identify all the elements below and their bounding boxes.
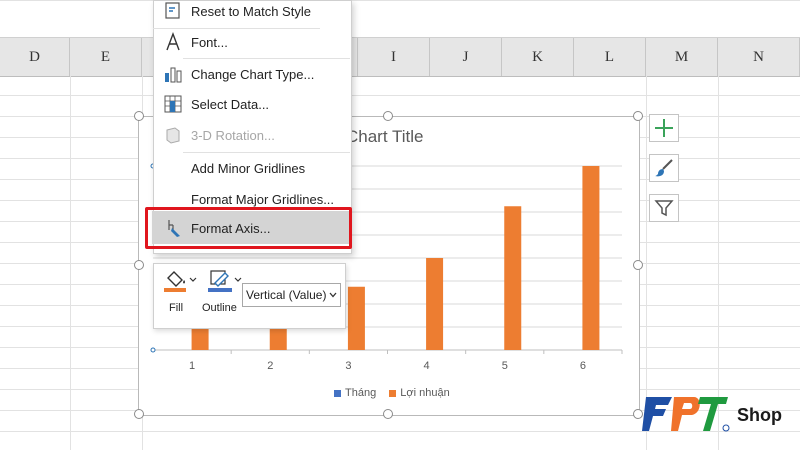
x-tick-label: 2 (267, 360, 274, 372)
fill-bucket-icon[interactable] (162, 268, 198, 294)
resize-handle-left[interactable] (134, 260, 144, 270)
legend-item-loi-nhuan[interactable]: Lợi nhuận (389, 387, 450, 399)
chart-styles-button[interactable] (649, 154, 679, 182)
chart-title[interactable]: Chart Title (346, 127, 423, 147)
resize-handle-right[interactable] (633, 260, 643, 270)
menu-item-reset-to-match-style[interactable]: Reset to Match Style (153, 0, 350, 26)
legend-label: Lợi nhuận (400, 387, 450, 399)
column-header-l[interactable]: L (574, 38, 646, 76)
legend-swatch (334, 389, 341, 397)
menu-item-label: 3-D Rotation... (191, 127, 275, 143)
chart-legend[interactable]: Tháng Lợi nhuận (334, 387, 460, 399)
column-header-k[interactable]: K (502, 38, 574, 76)
highlight-annotation-box (145, 207, 352, 249)
column-line (70, 76, 71, 450)
select-data-icon (164, 95, 182, 113)
legend-label: Tháng (345, 387, 377, 399)
column-header-i[interactable]: I (358, 38, 430, 76)
reset-style-icon (165, 2, 180, 19)
fpt-shop-suffix: Shop (737, 405, 782, 425)
menu-item-select-data[interactable]: Select Data... (153, 89, 350, 119)
column-header-n[interactable]: N (718, 38, 800, 76)
funnel-icon (654, 200, 674, 217)
outline-label: Outline (202, 302, 237, 314)
menu-item-font[interactable]: Font... (153, 27, 350, 57)
column-header-e[interactable]: E (70, 38, 142, 76)
chart-type-icon (165, 67, 182, 83)
menu-item-label: Select Data... (191, 96, 270, 112)
fpt-shop-logo: Shop (642, 397, 782, 432)
resize-handle-bottom[interactable] (383, 409, 393, 419)
chart-elements-button[interactable] (649, 114, 679, 142)
resize-handle-top-left[interactable] (134, 111, 144, 121)
chart-element-select-value: Vertical (Value) (246, 288, 327, 302)
menu-item-label: Font... (191, 34, 228, 50)
chart-filters-button[interactable] (649, 194, 679, 222)
font-icon (166, 32, 180, 51)
brush-icon (655, 159, 673, 177)
menu-item-label: Add Minor Gridlines (191, 160, 306, 176)
chart-element-select[interactable]: Vertical (Value) (242, 283, 341, 307)
x-tick-label: 5 (501, 360, 508, 372)
row-line (0, 95, 800, 96)
menu-item-label: Reset to Match Style (191, 3, 311, 19)
x-tick-label: 6 (579, 360, 586, 372)
menu-item-change-chart-type[interactable]: Change Chart Type... (153, 59, 350, 89)
column-header-d[interactable]: D (0, 38, 70, 76)
column-header-j[interactable]: J (430, 38, 502, 76)
legend-item-thang[interactable]: Tháng (334, 387, 376, 399)
column-header-row: D E I J K L M N (0, 37, 800, 77)
fill-label: Fill (169, 302, 184, 314)
outline-pen-icon[interactable] (205, 268, 243, 294)
column-header-m[interactable]: M (646, 38, 718, 76)
rotation-icon (166, 127, 180, 144)
x-tick-label: 3 (345, 360, 352, 372)
menu-item-label: Format Major Gridlines... (191, 191, 335, 207)
resize-handle-bottom-left[interactable] (134, 409, 144, 419)
resize-handle-top[interactable] (383, 111, 393, 121)
chart-elements-icon (655, 119, 673, 137)
chevron-down-icon (329, 292, 337, 298)
x-tick-label: 1 (189, 360, 196, 372)
menu-item-3d-rotation[interactable]: 3-D Rotation... (153, 120, 350, 150)
resize-handle-top-right[interactable] (633, 111, 643, 121)
x-tick-label: 4 (423, 360, 430, 372)
legend-swatch (389, 389, 397, 397)
row-line (0, 0, 800, 1)
menu-item-add-minor-gridlines[interactable]: Add Minor Gridlines (153, 153, 350, 183)
row-line (0, 37, 800, 38)
menu-item-label: Change Chart Type... (191, 66, 315, 82)
